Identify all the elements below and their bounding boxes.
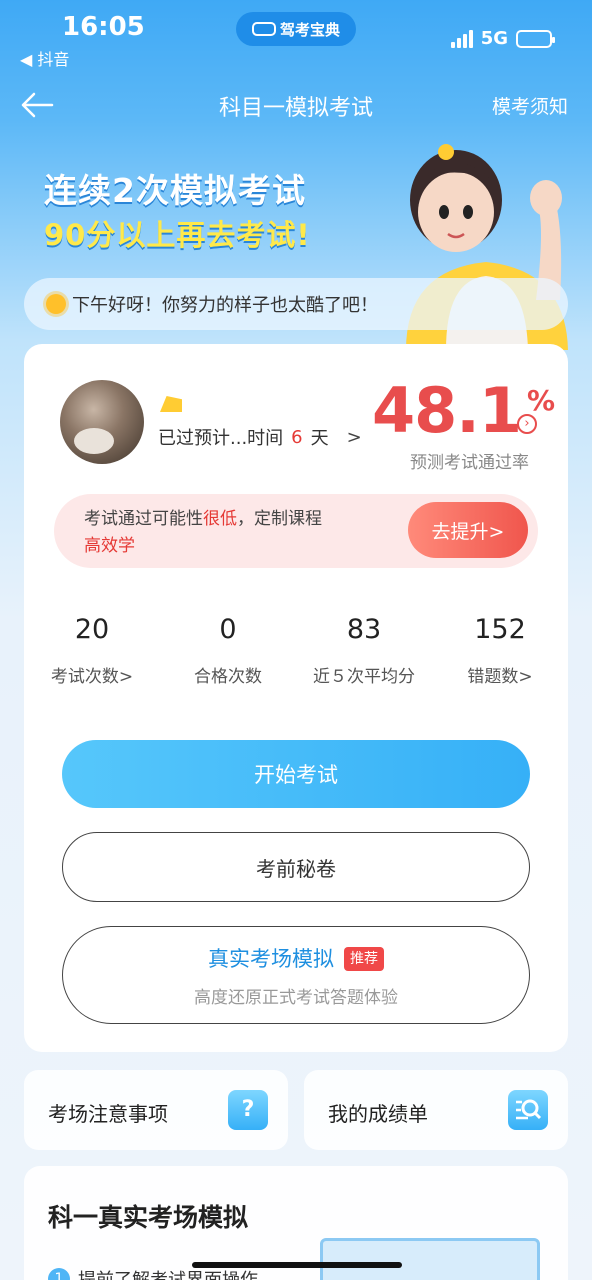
- exam-screen-preview: [320, 1238, 540, 1280]
- stat-value: 20: [74, 614, 110, 645]
- stats-row: 20 考试次数> 0 合格次数 83 近５次平均分 152 错题数>: [24, 614, 568, 687]
- signal-icon: [450, 29, 473, 48]
- real-exam-title-text: 真实考场模拟: [208, 947, 334, 971]
- chevron-right-icon: >: [346, 426, 362, 448]
- avatar[interactable]: [60, 380, 144, 464]
- stat-label: 错题数>: [467, 667, 533, 687]
- cheese-icon: [160, 396, 182, 412]
- improve-button[interactable]: 去提升>: [408, 502, 528, 558]
- stat-average-score: 83 近５次平均分: [296, 614, 432, 687]
- exam-notice-link[interactable]: 模考须知: [492, 92, 568, 119]
- pass-rate-unit: %: [526, 384, 555, 417]
- secret-paper-button[interactable]: 考前秘卷: [62, 832, 530, 902]
- stat-label: 近５次平均分: [313, 667, 415, 687]
- stat-exam-count[interactable]: 20 考试次数>: [24, 614, 160, 687]
- search-doc-icon: [508, 1090, 548, 1130]
- hero-title: 连续2次模拟考试: [44, 171, 306, 210]
- sun-icon: [46, 294, 66, 314]
- battery-icon: [516, 29, 555, 48]
- pass-rate-value: 48.1: [372, 374, 522, 447]
- score-report-label: 我的成绩单: [328, 1102, 428, 1126]
- step-text: 提前了解考试界面操作: [78, 1266, 258, 1280]
- exam-notes-tile[interactable]: 考场注意事项 ?: [24, 1070, 288, 1150]
- greeting-banner: 下午好呀！你努力的样子也太酷了吧！: [24, 278, 568, 330]
- step-number: 1: [48, 1268, 70, 1280]
- app-pill: 驾考宝典: [236, 12, 356, 46]
- car-icon: [251, 22, 276, 36]
- stat-label: 合格次数: [194, 667, 262, 687]
- plan-days: 6: [291, 426, 303, 448]
- back-to-app-link[interactable]: ◀ 抖音: [20, 46, 69, 70]
- real-exam-subtitle: 高度还原正式考试答题体验: [194, 988, 398, 1008]
- stat-value: 0: [219, 614, 237, 645]
- network-label: 5G: [480, 28, 508, 49]
- nav-bar: 科目一模拟考试 模考须知: [0, 80, 592, 132]
- real-exam-sim-button[interactable]: 真实考场模拟 推荐 高度还原正式考试答题体验: [62, 926, 530, 1024]
- pass-rate[interactable]: 48.1%: [372, 374, 555, 447]
- improve-banner: 考试通过可能性很低，定制课程 高效学 去提升>: [54, 494, 538, 568]
- improve-text: 考试通过可能性很低，定制课程 高效学: [84, 506, 384, 560]
- hero-subtitle: 90分以上再去考试!: [44, 218, 311, 252]
- list-item: 1 提前了解考试界面操作: [48, 1266, 258, 1280]
- plan-countdown[interactable]: 已过预计...时间 6 天 >: [158, 424, 362, 450]
- greeting-text: 下午好呀！你努力的样子也太酷了吧！: [72, 295, 378, 316]
- home-indicator[interactable]: [192, 1262, 402, 1268]
- pass-rate-label: 预测考试通过率: [410, 453, 529, 473]
- status-indicators: 5G: [450, 28, 555, 49]
- start-exam-button[interactable]: 开始考试: [62, 740, 530, 808]
- question-doc-icon: ?: [228, 1090, 268, 1130]
- improve-text-red2: 高效学: [84, 536, 135, 556]
- real-exam-title: 真实考场模拟 推荐: [63, 943, 529, 973]
- improve-text-b: ，定制课程: [237, 509, 322, 529]
- stat-value: 152: [474, 614, 526, 645]
- app-pill-label: 驾考宝典: [279, 20, 340, 39]
- plan-text: 已过预计...时间: [158, 428, 284, 449]
- pass-rate-arrow-icon[interactable]: ›: [517, 414, 537, 434]
- stat-pass-count: 0 合格次数: [160, 614, 296, 687]
- exam-card: 已过预计...时间 6 天 > 48.1% › 预测考试通过率 考试通过可能性很…: [24, 344, 568, 1052]
- status-time: 16:05: [62, 12, 145, 42]
- stat-value: 83: [346, 614, 382, 645]
- score-report-tile[interactable]: 我的成绩单: [304, 1070, 568, 1150]
- section-title: 科一真实考场模拟: [48, 1203, 249, 1232]
- improve-text-red1: 很低: [203, 509, 237, 529]
- stat-label: 考试次数>: [50, 667, 134, 687]
- stat-wrong-count[interactable]: 152 错题数>: [432, 614, 568, 687]
- status-bar: 16:05 ◀ 抖音 驾考宝典 5G: [0, 0, 592, 76]
- exam-notes-label: 考场注意事项: [48, 1102, 168, 1126]
- plan-days-unit: 天: [310, 428, 329, 449]
- improve-text-a: 考试通过可能性: [84, 509, 203, 529]
- recommend-badge: 推荐: [344, 947, 384, 971]
